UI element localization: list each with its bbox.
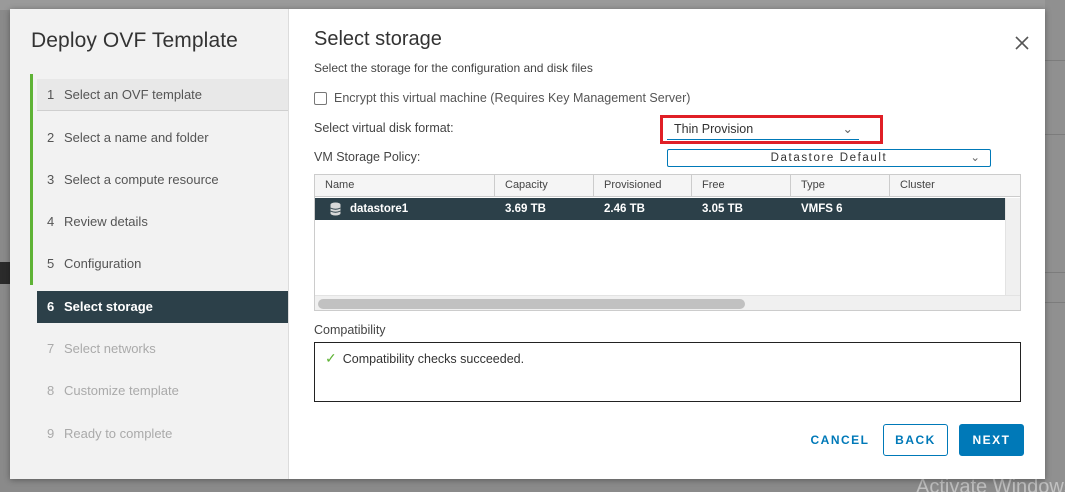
cancel-button[interactable]: CANCEL bbox=[803, 424, 877, 456]
step-label: Customize template bbox=[64, 383, 179, 398]
background-left-block bbox=[0, 262, 10, 284]
column-header-cluster[interactable]: Cluster bbox=[890, 175, 1020, 197]
step-label: Select networks bbox=[64, 341, 156, 356]
chevron-down-icon: ⌄ bbox=[842, 122, 853, 136]
horizontal-scrollbar[interactable] bbox=[315, 295, 1020, 310]
background-panel-right bbox=[1045, 0, 1065, 492]
wizard-step-4[interactable]: 4 Review details bbox=[37, 206, 288, 238]
grid-header: Name Capacity Provisioned Free Type Clus… bbox=[315, 175, 1020, 197]
wizard-step-2[interactable]: 2 Select a name and folder bbox=[37, 122, 288, 154]
column-header-capacity[interactable]: Capacity bbox=[495, 175, 594, 197]
step-number: 6 bbox=[47, 299, 55, 314]
cell-name: datastore1 bbox=[350, 203, 409, 215]
step-label: Review details bbox=[64, 214, 148, 229]
step-label: Select storage bbox=[64, 299, 153, 314]
cell-provisioned: 2.46 TB bbox=[604, 203, 645, 215]
wizard-step-3[interactable]: 3 Select a compute resource bbox=[37, 164, 288, 196]
disk-format-label: Select virtual disk format: bbox=[314, 121, 454, 135]
close-icon bbox=[1015, 36, 1029, 50]
step-label: Select a compute resource bbox=[64, 172, 219, 187]
storage-policy-value: Datastore Default bbox=[770, 152, 888, 164]
wizard-content: Select storage Select the storage for th… bbox=[290, 9, 1045, 479]
disk-format-value: Thin Provision bbox=[674, 122, 754, 136]
step-number: 1 bbox=[47, 87, 55, 102]
wizard-step-9: 9 Ready to complete bbox=[37, 418, 288, 450]
step-number: 4 bbox=[47, 214, 55, 229]
next-button[interactable]: NEXT bbox=[959, 424, 1024, 456]
step-number: 5 bbox=[47, 256, 55, 271]
column-header-free[interactable]: Free bbox=[692, 175, 791, 197]
step-label: Select an OVF template bbox=[64, 87, 203, 102]
background-divider bbox=[1045, 272, 1065, 273]
storage-policy-select[interactable]: Datastore Default ⌄ bbox=[667, 149, 991, 167]
wizard-title: Deploy OVF Template bbox=[31, 29, 238, 52]
back-button[interactable]: BACK bbox=[883, 424, 948, 456]
step-number: 9 bbox=[47, 426, 55, 441]
compatibility-message-row: ✓ Compatibility checks succeeded. bbox=[325, 350, 524, 367]
compatibility-panel: ✓ Compatibility checks succeeded. bbox=[314, 342, 1021, 402]
wizard-step-nav: Deploy OVF Template 1 Select an OVF templ… bbox=[10, 9, 289, 479]
horizontal-scrollbar-thumb[interactable] bbox=[318, 299, 745, 309]
cell-capacity: 3.69 TB bbox=[505, 203, 546, 215]
deploy-ovf-dialog: Deploy OVF Template 1 Select an OVF templ… bbox=[10, 9, 1045, 479]
compatibility-message: Compatibility checks succeeded. bbox=[342, 351, 525, 366]
column-header-type[interactable]: Type bbox=[791, 175, 890, 197]
check-icon: ✓ bbox=[325, 350, 337, 366]
background-divider bbox=[1045, 302, 1065, 303]
step-label: Select a name and folder bbox=[64, 130, 209, 145]
column-header-provisioned[interactable]: Provisioned bbox=[594, 175, 692, 197]
wizard-step-1[interactable]: 1 Select an OVF template bbox=[37, 79, 288, 111]
compatibility-label: Compatibility bbox=[314, 323, 386, 337]
step-number: 8 bbox=[47, 383, 55, 398]
wizard-step-5[interactable]: 5 Configuration bbox=[37, 248, 288, 280]
wizard-step-8: 8 Customize template bbox=[37, 375, 288, 407]
completed-steps-rail bbox=[30, 74, 33, 285]
encrypt-vm-row: Encrypt this virtual machine (Requires K… bbox=[314, 91, 690, 105]
page-subtitle: Select the storage for the configuration… bbox=[314, 61, 593, 75]
background-divider bbox=[1045, 134, 1065, 135]
chevron-down-icon: ⌄ bbox=[970, 152, 980, 164]
wizard-step-6[interactable]: 6 Select storage bbox=[37, 291, 288, 323]
cell-cluster bbox=[890, 198, 1005, 220]
cell-type: VMFS 6 bbox=[801, 203, 843, 215]
step-number: 7 bbox=[47, 341, 55, 356]
storage-policy-label: VM Storage Policy: bbox=[314, 150, 421, 164]
datastore-grid: Name Capacity Provisioned Free Type Clus… bbox=[314, 174, 1021, 311]
vertical-scrollbar[interactable] bbox=[1005, 198, 1020, 296]
cell-free: 3.05 TB bbox=[702, 203, 743, 215]
disk-format-select[interactable]: Thin Provision ⌄ bbox=[667, 120, 859, 140]
close-button[interactable] bbox=[1012, 33, 1032, 53]
page-title: Select storage bbox=[314, 28, 442, 50]
step-label: Configuration bbox=[64, 256, 142, 271]
background-divider bbox=[1045, 60, 1065, 61]
step-number: 2 bbox=[47, 130, 55, 145]
wizard-step-7: 7 Select networks bbox=[37, 333, 288, 365]
table-row[interactable]: datastore1 3.69 TB 2.46 TB 3.05 TB VMFS … bbox=[315, 198, 1005, 220]
column-header-name[interactable]: Name bbox=[315, 175, 495, 197]
encrypt-vm-checkbox[interactable] bbox=[314, 91, 327, 105]
step-label: Ready to complete bbox=[64, 426, 173, 441]
step-number: 3 bbox=[47, 172, 55, 187]
encrypt-vm-label: Encrypt this virtual machine (Requires K… bbox=[334, 91, 691, 105]
